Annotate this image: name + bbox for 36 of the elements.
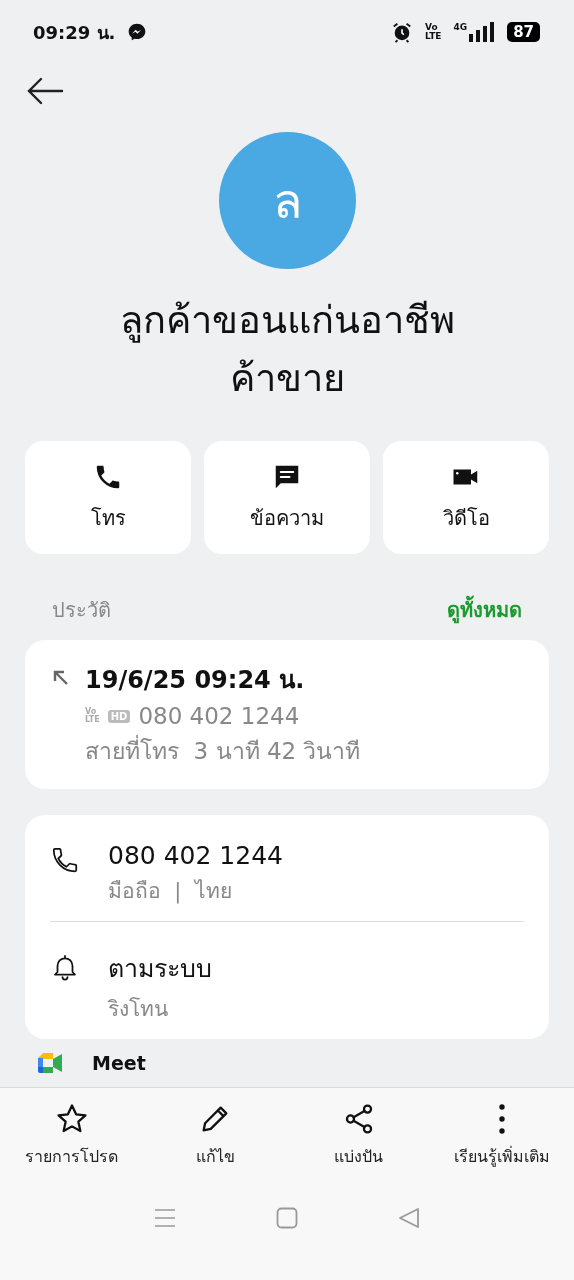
battery-level: 87 xyxy=(507,22,540,42)
action-button[interactable]: ข้อความ xyxy=(204,441,370,554)
call-number: 080 402 1244 xyxy=(138,703,300,729)
app-label: Meet xyxy=(92,1052,146,1074)
messenger-icon xyxy=(127,22,148,42)
toolbar-button[interactable]: รายการโปรด xyxy=(0,1102,144,1169)
toolbar-button[interactable]: แก้ไข xyxy=(143,1102,287,1169)
recent-apps-button[interactable] xyxy=(154,1207,176,1229)
call-datetime: 19/6/25 09:24 น. xyxy=(85,665,306,696)
home-button[interactable] xyxy=(276,1207,298,1229)
meet-logo-icon xyxy=(38,1053,62,1073)
detail-secondary: ริงโทน xyxy=(108,996,169,1023)
more-icon xyxy=(499,1104,506,1134)
back-nav-button[interactable] xyxy=(398,1207,420,1229)
phone-icon xyxy=(50,845,80,875)
back-arrow-icon xyxy=(26,76,64,106)
signal-icon xyxy=(469,22,496,42)
square-icon xyxy=(276,1207,298,1229)
volte-label: Vo LTE xyxy=(85,708,100,724)
triangle-icon xyxy=(398,1207,420,1229)
hd-label: HD xyxy=(107,709,131,723)
detail-secondary: มือถือ | ไทย xyxy=(108,878,233,906)
menu-icon xyxy=(154,1207,176,1229)
section-title: ประวัติ xyxy=(52,597,111,624)
call-duration: สายที่โทร 3 นาที 42 วินาที xyxy=(85,733,523,769)
action-button[interactable]: วิดีโอ xyxy=(383,441,549,554)
toolbar-button[interactable]: เรียนรู้เพิ่มเติม xyxy=(430,1102,574,1169)
action-button[interactable]: โทร xyxy=(25,441,191,554)
detail-primary: 080 402 1244 xyxy=(108,841,284,870)
toolbar-button[interactable]: แบ่งปัน xyxy=(287,1102,431,1169)
network-type: 4G xyxy=(453,22,468,32)
status-time: 09:29 น. xyxy=(33,20,116,45)
contact-avatar: ล xyxy=(218,132,356,269)
contact-name: ลูกค้าขอนแก่นอาชีพค้าขาย xyxy=(118,297,456,402)
volte-label: Vo LTE xyxy=(424,23,442,41)
detail-primary: ตามระบบ xyxy=(108,953,213,985)
